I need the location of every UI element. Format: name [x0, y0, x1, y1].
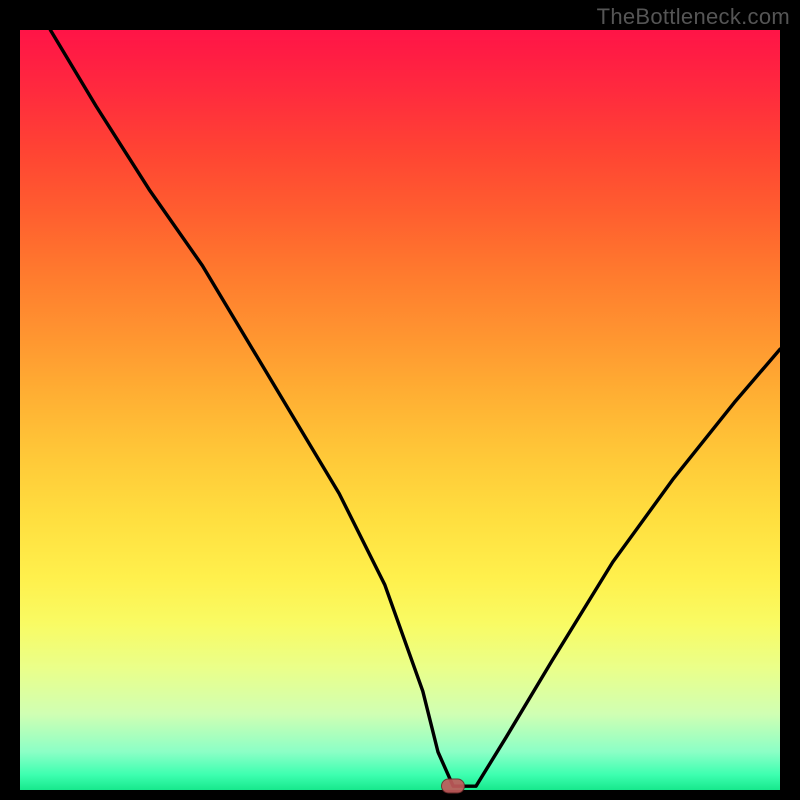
chart-frame: TheBottleneck.com	[0, 0, 800, 800]
plot-area	[20, 30, 780, 790]
watermark-text: TheBottleneck.com	[597, 4, 790, 30]
minimum-marker	[441, 779, 465, 794]
curve-svg	[20, 30, 780, 790]
bottleneck-curve	[50, 30, 780, 786]
